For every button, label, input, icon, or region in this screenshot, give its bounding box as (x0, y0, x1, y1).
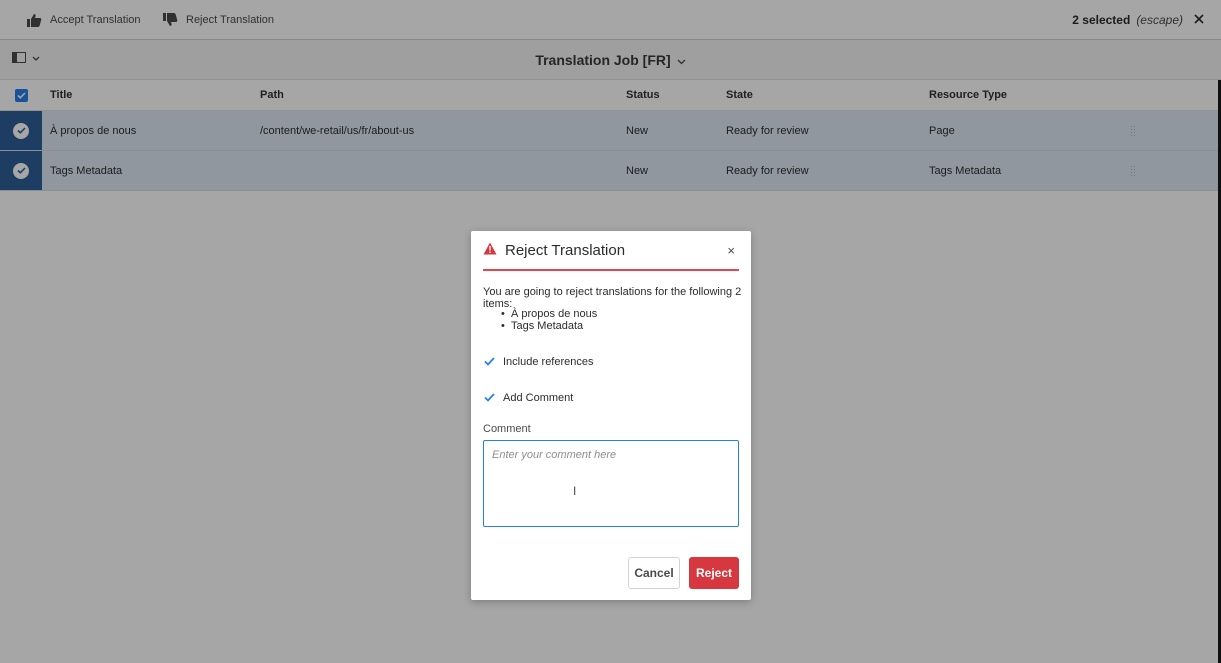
list-item: À propos de nous (501, 308, 597, 320)
text-cursor-icon: I (573, 484, 577, 498)
cancel-button[interactable]: Cancel (628, 557, 680, 589)
comment-label: Comment (483, 423, 531, 435)
reject-button[interactable]: Reject (689, 557, 739, 589)
dialog-close-button[interactable]: × (727, 243, 735, 258)
list-item: Tags Metadata (501, 320, 597, 332)
include-references-checkbox[interactable]: Include references (483, 355, 594, 368)
reject-translation-dialog: Reject Translation × You are going to re… (471, 231, 751, 600)
comment-input[interactable] (483, 440, 739, 527)
dialog-title: Reject Translation (505, 241, 626, 259)
checkmark-icon (483, 355, 496, 368)
dialog-intro-text: You are going to reject translations for… (483, 286, 742, 310)
app-window: Accept Translation Reject Translation 2 … (0, 0, 1221, 663)
checkmark-icon (483, 391, 496, 404)
add-comment-checkbox[interactable]: Add Comment (483, 391, 573, 404)
alert-triangle-icon (483, 242, 497, 258)
dialog-header: Reject Translation × (483, 231, 739, 271)
include-references-label: Include references (503, 355, 594, 368)
items-to-reject-list: À propos de nous Tags Metadata (501, 308, 597, 332)
add-comment-label: Add Comment (503, 391, 574, 404)
